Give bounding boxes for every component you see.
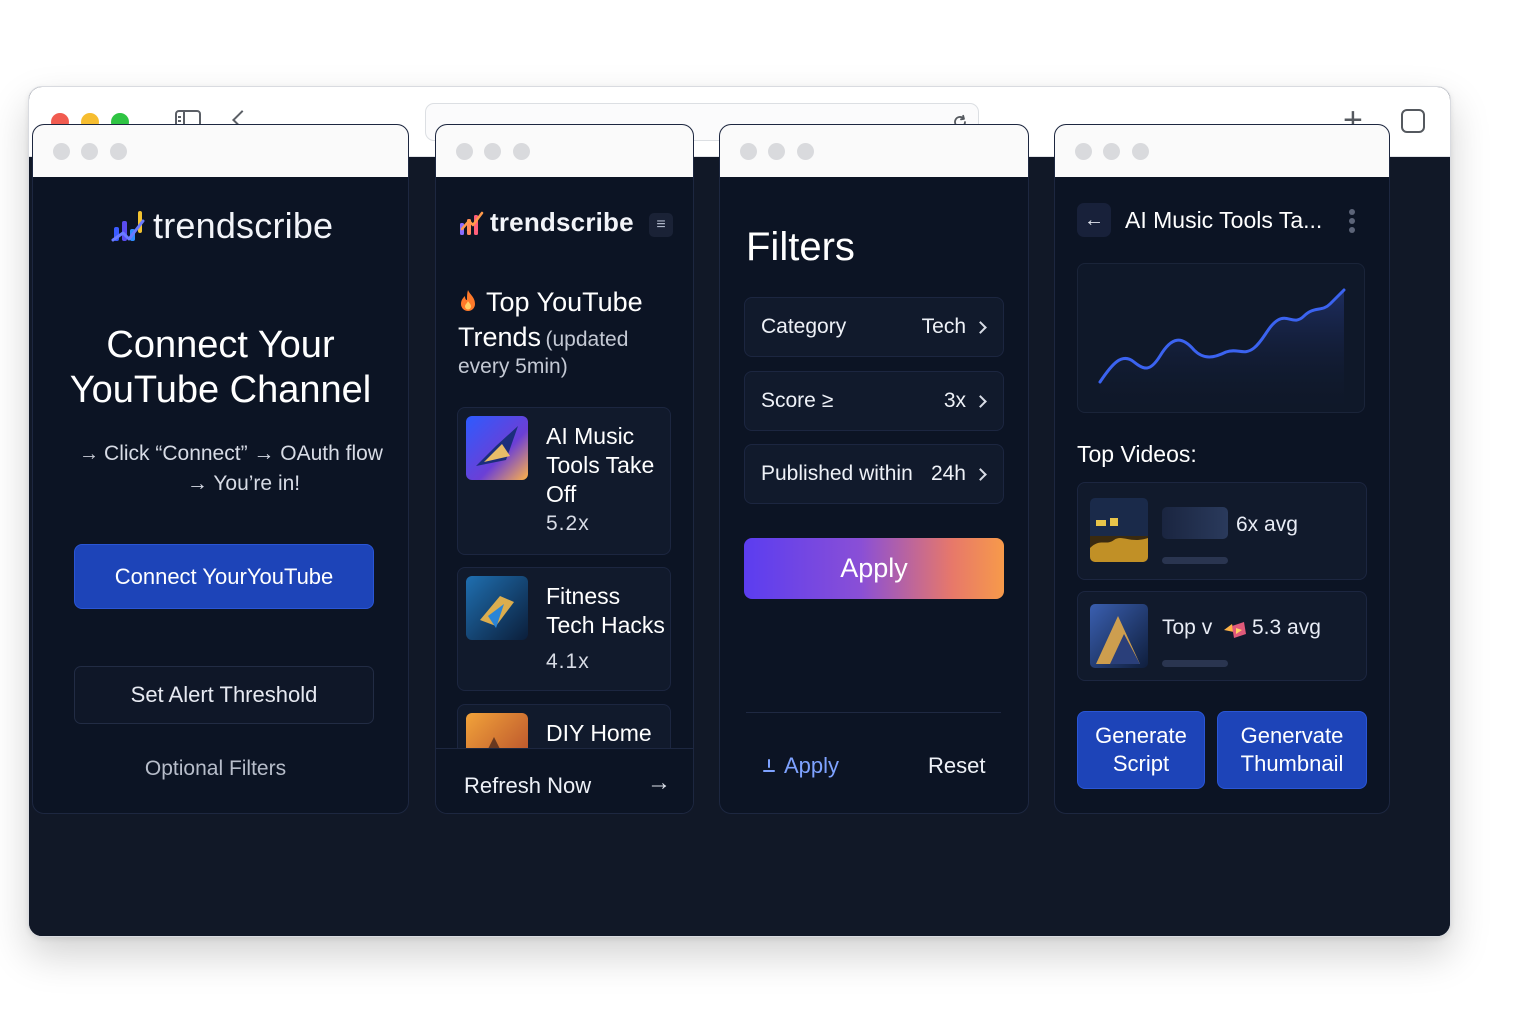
chevron-right-icon xyxy=(974,320,987,334)
trend-detail-panel: ← AI Music Tools Ta... Top Videos: 6x av… xyxy=(1054,124,1390,814)
panel-dot xyxy=(740,143,757,160)
panel-dot xyxy=(1132,143,1149,160)
trend-title: Fitness Tech Hacks xyxy=(546,583,665,638)
video-multiplier: 6x avg xyxy=(1236,513,1298,536)
tab-overview-icon[interactable] xyxy=(1401,109,1425,133)
menu-icon[interactable]: ≡ xyxy=(649,213,673,237)
panel-dot xyxy=(81,143,98,160)
panel-dot xyxy=(484,143,501,160)
trend-sparkline xyxy=(1077,263,1365,413)
connect-instructions: Click “Connect” → OAuth flow → You’re in… xyxy=(104,442,383,495)
video-progress-bar xyxy=(1162,660,1228,667)
trend-title: AI Music Tools Take Off xyxy=(546,423,655,507)
filter-value: Tech xyxy=(921,315,966,338)
detail-title: AI Music Tools Ta... xyxy=(1125,207,1323,233)
video-title: Top v xyxy=(1162,616,1213,639)
filter-label: Score ≥ xyxy=(761,389,834,412)
video-thumbnail xyxy=(1090,498,1148,562)
trend-thumbnail xyxy=(466,576,528,640)
brand-name: trendscribe xyxy=(153,205,334,246)
trend-title: DIY Home xyxy=(546,720,652,746)
panel-dot xyxy=(110,143,127,160)
filter-value: 24h xyxy=(930,462,966,485)
connect-panel: trendscribe Connect Your YouTube Channel… xyxy=(32,124,409,814)
panel-titlebar xyxy=(33,125,408,177)
video-card[interactable]: Top v 5.3 avg xyxy=(1077,591,1367,681)
trends-panel: trendscribe ≡ Top YouTube Trends (update… xyxy=(435,124,694,814)
generate-script-button[interactable]: Generate Script xyxy=(1077,711,1205,789)
panel-dot xyxy=(1103,143,1120,160)
set-alert-threshold-button[interactable]: Set Alert Threshold xyxy=(74,666,374,724)
trend-logo-icon xyxy=(111,211,145,242)
fire-icon xyxy=(461,290,475,311)
apply-icon xyxy=(763,759,775,772)
filter-value: 3x xyxy=(943,389,966,412)
video-preview-strip xyxy=(1162,507,1228,539)
video-multiplier: 5.3 avg xyxy=(1252,616,1321,639)
panel-dot xyxy=(53,143,70,160)
panel-dot xyxy=(456,143,473,160)
refresh-label: Refresh Now xyxy=(464,773,592,798)
reset-link[interactable]: Reset xyxy=(928,753,985,779)
trends-heading: Top YouTube Trends (updated every 5min) xyxy=(458,285,678,379)
panel-titlebar xyxy=(720,125,1028,177)
trend-card[interactable]: AI Music Tools Take Off 5.2x xyxy=(457,407,671,555)
trend-score: 5.2x xyxy=(546,512,590,535)
optional-filters-link[interactable]: Optional Filters xyxy=(33,757,408,781)
apply-link[interactable]: Apply xyxy=(762,753,839,779)
video-progress-bar xyxy=(1162,557,1228,564)
video-card[interactable]: 6x avg xyxy=(1077,482,1367,580)
trend-score: 4.1x xyxy=(546,650,590,673)
divider xyxy=(746,712,1001,713)
filters-panel: Filters Category Tech Score ≥ 3x Publish… xyxy=(719,124,1029,814)
connect-title: Connect Your YouTube Channel xyxy=(69,324,372,411)
trend-thumbnail xyxy=(466,416,528,480)
panel-dot xyxy=(768,143,785,160)
panel-titlebar xyxy=(1055,125,1389,177)
trend-card[interactable]: Fitness Tech Hacks 4.1x xyxy=(457,567,671,691)
brand-name: trendscribe xyxy=(490,207,634,237)
chevron-right-icon xyxy=(974,467,987,481)
panel-dot xyxy=(797,143,814,160)
brand-logo: trendscribe xyxy=(111,205,333,247)
video-thumbnail xyxy=(1090,604,1148,668)
filter-category[interactable]: Category Tech xyxy=(744,297,1004,357)
filter-published-within[interactable]: Published within 24h xyxy=(744,444,1004,504)
arrow-right-icon: → xyxy=(647,769,671,796)
top-videos-heading: Top Videos: xyxy=(1077,441,1197,467)
filter-label: Category xyxy=(761,315,847,338)
filter-score[interactable]: Score ≥ 3x xyxy=(744,371,1004,431)
filter-label: Published within xyxy=(761,462,913,485)
back-arrow-icon[interactable]: ← xyxy=(1077,203,1111,237)
trend-logo-icon xyxy=(460,211,484,235)
more-options-icon[interactable] xyxy=(1349,209,1355,233)
refresh-now-button[interactable]: Refresh Now → xyxy=(436,748,693,813)
panel-dot xyxy=(513,143,530,160)
filters-title: Filters xyxy=(746,225,855,269)
apply-button[interactable]: Apply xyxy=(744,538,1004,599)
generate-thumbnail-button[interactable]: Genervate Thumbnail xyxy=(1217,711,1367,789)
brand-logo: trendscribe xyxy=(458,207,634,238)
play-badge-icon xyxy=(1224,622,1246,638)
chevron-right-icon xyxy=(974,394,987,408)
panel-dot xyxy=(1075,143,1092,160)
panel-titlebar xyxy=(436,125,693,177)
connect-youtube-button[interactable]: Connect YourYouTube xyxy=(74,544,374,609)
